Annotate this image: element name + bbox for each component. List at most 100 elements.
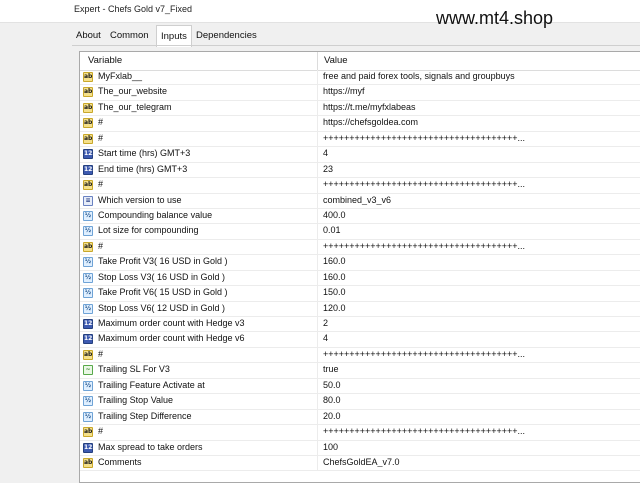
string-type-icon: ab	[83, 72, 93, 82]
cell-divider	[317, 455, 318, 471]
integer-type-icon: 123	[83, 442, 97, 453]
variable-name: #	[98, 426, 104, 437]
variable-name: Lot size for compounding	[98, 225, 199, 236]
table-row[interactable]: 123 End time (hrs) GMT+3 23	[80, 162, 640, 179]
variable-value[interactable]: 160.0	[323, 256, 640, 266]
double-type-icon: ½	[83, 411, 93, 422]
table-row[interactable]: ½ Trailing Step Difference 20.0	[80, 409, 640, 426]
variable-value[interactable]: ChefsGoldEA_v7.0	[323, 457, 640, 467]
variable-value[interactable]: 23	[323, 164, 640, 174]
variable-value[interactable]: +++++++++++++++++++++++++++++++++++++...	[323, 349, 640, 359]
table-row[interactable]: ~ Trailing SL For V3 true	[80, 363, 640, 379]
variable-name: Take Profit V6( 15 USD in Gold )	[98, 287, 228, 298]
cell-divider	[317, 193, 318, 208]
table-row[interactable]: ab # +++++++++++++++++++++++++++++++++++++…	[80, 425, 640, 441]
double-type-icon: ½	[83, 272, 93, 283]
variable-value[interactable]: 100	[323, 442, 640, 452]
tab-common[interactable]: Common	[106, 26, 153, 45]
tab-inputs[interactable]: Inputs	[156, 25, 192, 47]
variable-value[interactable]: 400.0	[323, 210, 640, 220]
variable-value[interactable]: https://chefsgoldea.com	[323, 117, 640, 127]
variable-name: Trailing Stop Value	[98, 395, 174, 406]
cell-divider	[317, 394, 318, 409]
variable-value[interactable]: free and paid forex tools, signals and g…	[323, 71, 640, 81]
table-row[interactable]: ½ Trailing Stop Value 80.0	[80, 394, 640, 410]
variable-value[interactable]: 20.0	[323, 411, 640, 421]
table-row[interactable]: ab # +++++++++++++++++++++++++++++++++++++…	[80, 178, 640, 194]
cell-divider	[317, 378, 318, 394]
variable-name: Trailing Step Difference	[98, 410, 192, 421]
variable-name: Maximum order count with Hedge v6	[98, 333, 245, 344]
cell-divider	[317, 116, 318, 131]
table-row[interactable]: 123 Maximum order count with Hedge v6 4	[80, 332, 640, 348]
variable-value[interactable]: +++++++++++++++++++++++++++++++++++++...	[323, 133, 640, 143]
column-header-variable[interactable]: Variable	[88, 55, 122, 66]
variable-value[interactable]: +++++++++++++++++++++++++++++++++++++...	[323, 426, 640, 436]
table-row[interactable]: ½ Lot size for compounding 0.01	[80, 224, 640, 240]
table-row[interactable]: ½ Stop Loss V6( 12 USD in Gold ) 120.0	[80, 301, 640, 317]
table-header: Variable Value	[80, 52, 640, 71]
cell-divider	[317, 409, 318, 425]
inputs-table: Variable Value ab MyFxlab__ free and paid …	[79, 51, 640, 483]
double-type-icon: ½	[83, 396, 93, 407]
integer-type-icon: 123	[83, 334, 97, 345]
boolean-type-icon: ~	[83, 365, 93, 376]
variable-name: Max spread to take orders	[98, 441, 203, 452]
variable-value[interactable]: +++++++++++++++++++++++++++++++++++++...	[323, 241, 640, 251]
variable-value[interactable]: true	[323, 364, 640, 374]
column-header-value[interactable]: Value	[324, 55, 348, 66]
variable-value[interactable]: https://myf	[323, 86, 640, 96]
variable-value[interactable]: 2	[323, 318, 640, 328]
variable-value[interactable]: +++++++++++++++++++++++++++++++++++++...	[323, 179, 640, 189]
table-row[interactable]: ½ Stop Loss V3( 16 USD in Gold ) 160.0	[80, 270, 640, 287]
tab-about[interactable]: About	[72, 26, 105, 45]
string-type-icon: ab	[83, 102, 93, 113]
table-row[interactable]: ab MyFxlab__ free and paid forex tools, si…	[80, 70, 640, 86]
variable-value[interactable]: 160.0	[323, 272, 640, 282]
variable-value[interactable]: 80.0	[323, 395, 640, 405]
table-row[interactable]: 123 Maximum order count with Hedge v3 2	[80, 317, 640, 333]
table-row[interactable]: ½ Take Profit V3( 16 USD in Gold ) 160.0	[80, 255, 640, 271]
table-row[interactable]: ab The_our_telegram https://t.me/myfxlabea…	[80, 100, 640, 117]
table-row[interactable]: ab The_our_website https://myf	[80, 85, 640, 101]
cell-divider	[317, 85, 318, 100]
variable-value[interactable]: https://t.me/myfxlabeas	[323, 102, 640, 112]
table-row[interactable]: ½ Take Profit V6( 15 USD in Gold ) 150.0	[80, 286, 640, 302]
cell-divider	[317, 425, 318, 440]
cell-divider	[317, 332, 318, 347]
variable-value[interactable]: 150.0	[323, 287, 640, 297]
variable-name: The_our_website	[98, 86, 168, 97]
variable-value[interactable]: 50.0	[323, 380, 640, 390]
double-type-icon: ½	[83, 226, 93, 237]
string-type-icon: ab	[83, 241, 93, 252]
table-row[interactable]: ≡ Which version to use combined_v3_v6	[80, 193, 640, 209]
enum-type-icon: ≡	[83, 195, 93, 206]
variable-value[interactable]: combined_v3_v6	[323, 195, 640, 205]
variable-value[interactable]: 120.0	[323, 303, 640, 313]
variable-name: Start time (hrs) GMT+3	[98, 148, 191, 159]
table-row[interactable]: ab # +++++++++++++++++++++++++++++++++++++…	[80, 347, 640, 364]
table-row[interactable]: ab # +++++++++++++++++++++++++++++++++++++…	[80, 239, 640, 256]
cell-divider	[317, 301, 318, 316]
variable-value[interactable]: 0.01	[323, 225, 640, 235]
variable-name: The_our_telegram	[98, 101, 172, 112]
variable-value[interactable]: 4	[323, 333, 640, 343]
column-divider[interactable]	[317, 52, 318, 70]
table-row[interactable]: 123 Start time (hrs) GMT+3 4	[80, 147, 640, 163]
variable-name: MyFxlab__	[98, 71, 143, 81]
variable-name: Stop Loss V6( 12 USD in Gold )	[98, 302, 226, 313]
string-type-icon: ab	[83, 457, 93, 468]
table-row[interactable]: ½ Trailing Feature Activate at 50.0	[80, 378, 640, 395]
table-row[interactable]: ab # https://chefsgoldea.com	[80, 116, 640, 132]
table-row[interactable]: ab # +++++++++++++++++++++++++++++++++++++…	[80, 131, 640, 148]
table-row[interactable]: ab Comments ChefsGoldEA_v7.0	[80, 455, 640, 472]
double-type-icon: ½	[83, 303, 93, 314]
cell-divider	[317, 162, 318, 178]
variable-value[interactable]: 4	[323, 148, 640, 158]
cell-divider	[317, 440, 318, 455]
window-title: Expert - Chefs Gold v7_Fixed	[74, 4, 193, 14]
table-row[interactable]: 123 Max spread to take orders 100	[80, 440, 640, 456]
tab-dependencies[interactable]: Dependencies	[192, 26, 261, 45]
table-row[interactable]: ½ Compounding balance value 400.0	[80, 208, 640, 225]
variable-name: #	[98, 132, 104, 143]
